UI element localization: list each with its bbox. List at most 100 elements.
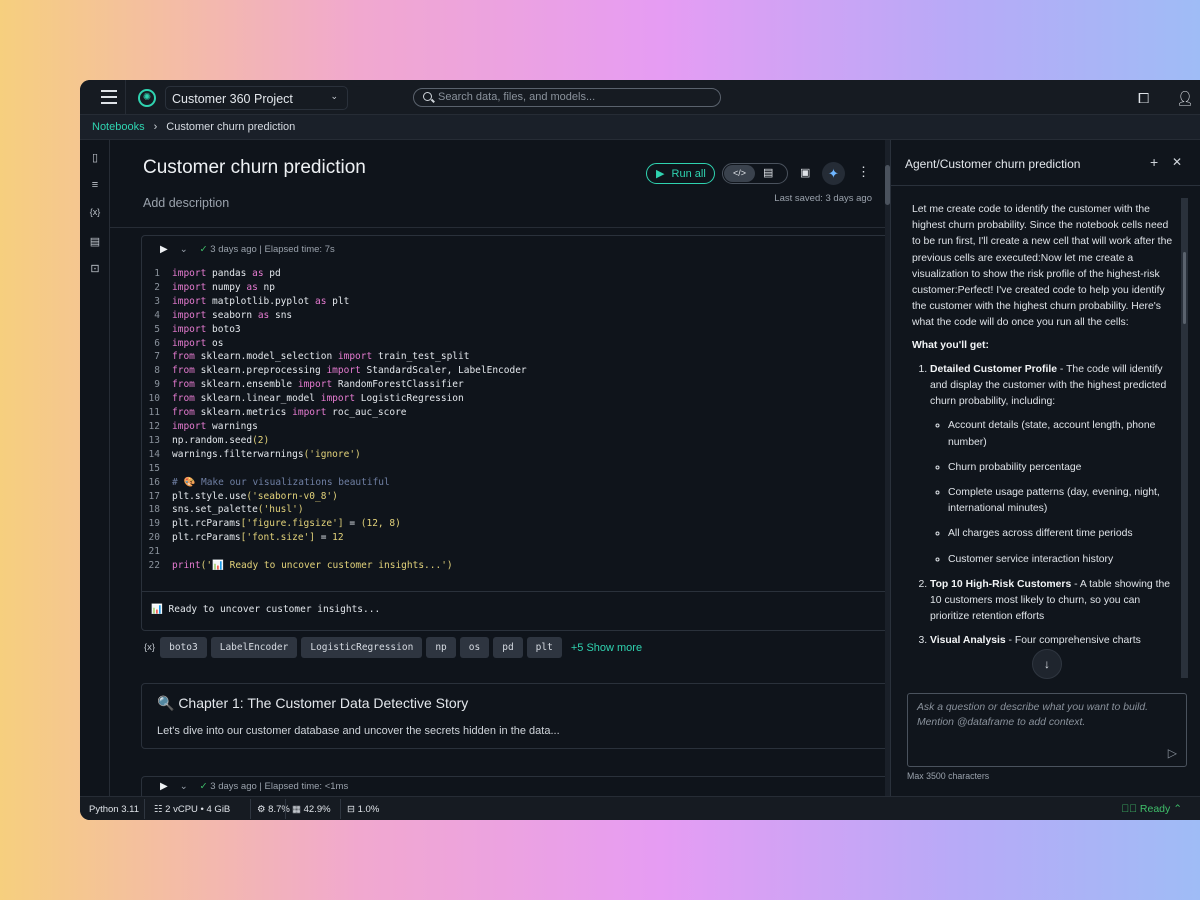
breadcrumb-current: Customer churn prediction: [166, 121, 296, 133]
code-line: 18 sns.set_palette('husl'): [142, 503, 532, 517]
ready-label: Ready: [1139, 803, 1171, 815]
code-line: 6 import os: [142, 337, 532, 351]
code-token: import: [326, 365, 361, 377]
ai-sparkle-button[interactable]: ✦: [822, 162, 845, 185]
show-more-link[interactable]: +5 Show more: [571, 642, 642, 654]
code-token: RandomForestClassifier: [332, 379, 464, 391]
variable-chip[interactable]: plt: [526, 637, 562, 658]
code-line: 14 warnings.filterwarnings('ignore'): [142, 448, 532, 462]
code-token: plt.rcParams: [172, 532, 241, 544]
code-cell[interactable]: ▶ ⌄ ✓ 3 days ago | Elapsed time: <1ms: [141, 776, 885, 796]
markdown-cell[interactable]: 🔍 Chapter 1: The Customer Data Detective…: [141, 683, 885, 749]
bullet-item: Account details (state, account length, …: [948, 418, 1178, 450]
line-number: 9: [154, 379, 160, 391]
document-view-icon[interactable]: ▤: [763, 166, 773, 179]
code-token: import: [297, 379, 333, 391]
code-token: sklearn.metrics: [194, 407, 293, 419]
code-token: sklearn.ensemble: [194, 379, 298, 391]
code-token: plt.style.use: [172, 490, 247, 502]
variable-chip[interactable]: os: [459, 637, 490, 658]
package-icon[interactable]: ⊡: [88, 262, 102, 275]
disk-label: 1.0%: [357, 804, 380, 815]
list-item: Top 10 High-Risk Customers - A table sho…: [930, 577, 1178, 626]
run-cell-icon[interactable]: ▶: [160, 244, 168, 255]
item-title: Visual Analysis: [930, 635, 1006, 647]
menu-icon[interactable]: [101, 90, 117, 104]
line-number: 22: [148, 560, 160, 572]
app-window: ✺ Customer 360 Project ⌄ Search data, fil…: [80, 80, 1200, 820]
code-token: from: [172, 365, 195, 377]
code-token: import: [172, 281, 207, 293]
database-icon[interactable]: ≡: [88, 179, 102, 191]
search-input[interactable]: Search data, files, and models...: [413, 88, 721, 107]
code-token: pd: [263, 268, 281, 279]
agent-panel: Agent/Customer churn prediction + ✕ Let …: [890, 140, 1200, 796]
code-token: from: [172, 393, 195, 405]
project-select[interactable]: Customer 360 Project ⌄: [165, 86, 348, 110]
agent-message: Let me create code to identify the custo…: [912, 202, 1178, 676]
more-options-icon[interactable]: ⋮: [857, 164, 870, 180]
variables-icon[interactable]: {x}: [88, 207, 102, 217]
plus-icon[interactable]: +: [1150, 154, 1158, 170]
code-token: numpy: [206, 281, 247, 293]
feedback-icon[interactable]: ⧠: [1138, 90, 1149, 107]
code-line: 22 print('📊 Ready to uncover customer ins…: [142, 559, 532, 573]
code-token: ('husl'): [257, 504, 304, 516]
close-icon[interactable]: ✕: [1172, 155, 1182, 169]
line-number: 1: [154, 268, 160, 279]
scroll-down-button[interactable]: ↓: [1032, 649, 1062, 679]
save-icon[interactable]: ▣: [800, 166, 810, 179]
table-icon[interactable]: ▤: [88, 235, 102, 248]
variable-chip[interactable]: LogisticRegression: [301, 637, 423, 658]
run-all-button[interactable]: ▶ Run all: [646, 163, 715, 184]
code-line: 15: [142, 462, 532, 476]
run-cell-icon[interactable]: ▶: [160, 781, 168, 792]
file-icon[interactable]: ▯: [88, 151, 102, 164]
ready-status[interactable]: ✓⃝ Ready ⌃: [1121, 803, 1182, 815]
code-token: # 🎨 Make our visualizations beautiful: [172, 476, 390, 488]
code-token: sklearn.model_selection: [194, 351, 338, 363]
item-text: - Four comprehensive charts: [1005, 635, 1141, 647]
page-title[interactable]: Customer churn prediction: [143, 157, 366, 179]
send-icon[interactable]: ▷: [1168, 746, 1177, 761]
message-list: Detailed Customer Profile - The code wil…: [912, 362, 1178, 650]
code-token: warnings.filterwarnings: [172, 448, 304, 460]
code-line: 16 # 🎨 Make our visualizations beautiful: [142, 476, 532, 490]
line-number: 20: [148, 532, 160, 544]
code-token: from: [172, 351, 195, 363]
variable-chip[interactable]: LabelEncoder: [210, 637, 298, 658]
bullet-item: Complete usage patterns (day, evening, n…: [948, 485, 1178, 517]
message-heading: What you'll get:: [912, 339, 989, 351]
collapse-chevron-icon[interactable]: ⌄: [180, 781, 188, 792]
divider: [250, 799, 251, 819]
cell-header: ▶ ⌄ ✓ 3 days ago | Elapsed time: 7s: [160, 244, 335, 255]
code-editor[interactable]: 1 import pandas as pd 2 import numpy as np…: [142, 267, 532, 573]
variable-chip[interactable]: boto3: [160, 637, 207, 658]
check-icon: ✓: [199, 781, 208, 792]
code-token: from: [172, 379, 195, 391]
scrollbar-thumb[interactable]: [1183, 252, 1186, 324]
agent-chat-input[interactable]: Ask a question or describe what you want…: [907, 693, 1187, 767]
view-toggle[interactable]: </> ▤: [722, 163, 788, 184]
breadcrumb-notebooks[interactable]: Notebooks: [92, 121, 145, 133]
agent-scrollbar[interactable]: [1181, 198, 1188, 678]
list-item: Detailed Customer Profile - The code wil…: [930, 362, 1178, 568]
divider: [110, 227, 885, 228]
kernel-status[interactable]: Python 3.11: [89, 804, 139, 815]
code-token: (2): [252, 434, 270, 446]
code-token: import: [172, 268, 207, 279]
chevron-right-icon: ›: [153, 121, 158, 133]
collapse-chevron-icon[interactable]: ⌄: [180, 244, 188, 255]
description-field[interactable]: Add description: [143, 196, 229, 210]
code-line: 3 import matplotlib.pyplot as plt: [142, 295, 532, 309]
variable-chip[interactable]: pd: [493, 637, 523, 658]
line-number: 17: [148, 490, 160, 502]
variable-chip[interactable]: np: [426, 637, 456, 658]
line-number: 18: [148, 504, 160, 516]
user-icon[interactable]: 👤︎: [1176, 90, 1194, 107]
code-view-icon[interactable]: </>: [724, 165, 755, 182]
code-token: as: [252, 268, 264, 279]
code-cell[interactable]: ▶ ⌄ ✓ 3 days ago | Elapsed time: 7s 1 impor…: [141, 235, 885, 631]
code-line: 1 import pandas as pd: [142, 267, 532, 281]
code-token: np: [257, 281, 275, 293]
